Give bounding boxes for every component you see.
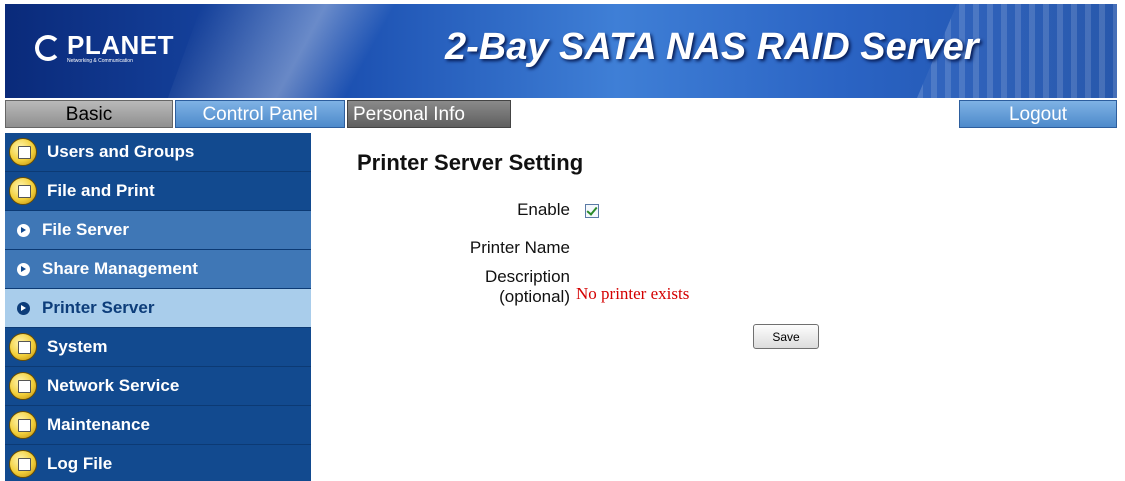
sidebar-item-label: Network Service (47, 376, 180, 395)
sidebar-item-printer-server[interactable]: Printer Server (5, 289, 311, 328)
sidebar-item-file-server[interactable]: File Server (5, 211, 311, 250)
description-label-line2: (optional) (499, 287, 570, 306)
sidebar-item-label: Users and Groups (47, 142, 195, 161)
printer-name-label: Printer Name (469, 238, 570, 257)
product-title: 2-Bay SATA NAS RAID Server (445, 26, 979, 68)
sidebar-item-network-service[interactable]: Network Service (5, 367, 311, 406)
sidebar-item-label: File Server (42, 220, 129, 239)
tab-control-panel[interactable]: Control Panel (175, 100, 345, 128)
folder-icon (9, 138, 37, 166)
folder-icon (9, 177, 37, 205)
tab-personal-info[interactable]: Personal Info (347, 100, 511, 128)
logo-mark-icon (35, 35, 61, 61)
sidebar-item-label: File and Print (47, 181, 155, 200)
planet-logo: PLANET Networking & Communication (35, 26, 174, 70)
sidebar-item-users-and-groups[interactable]: Users and Groups (5, 133, 311, 172)
description-label-line1: Description (484, 267, 570, 286)
tab-basic[interactable]: Basic (5, 100, 173, 128)
sidebar-item-maintenance[interactable]: Maintenance (5, 406, 311, 445)
arrow-right-icon (17, 301, 30, 315)
sidebar-item-label: Share Management (42, 259, 198, 278)
sidebar-item-file-and-print[interactable]: File and Print (5, 172, 311, 211)
sidebar-item-label: System (47, 337, 108, 356)
description-label: Description (optional) (400, 267, 570, 307)
sidebar-item-label: Printer Server (42, 298, 155, 317)
save-button[interactable]: Save (753, 324, 819, 349)
sidebar-item-system[interactable]: System (5, 328, 311, 367)
sidebar-item-log-file[interactable]: Log File (5, 445, 311, 481)
logo-text: PLANET (67, 29, 174, 60)
sidebar: Users and Groups File and Print File Ser… (5, 133, 311, 481)
sidebar-item-label: Log File (47, 454, 113, 473)
sidebar-item-label: Maintenance (47, 415, 150, 434)
arrow-right-icon (17, 223, 30, 237)
folder-icon (9, 333, 37, 361)
page-title: Printer Server Setting (357, 150, 584, 175)
enable-checkbox[interactable] (585, 204, 599, 218)
folder-icon (9, 450, 37, 478)
folder-icon (9, 411, 37, 439)
header-banner: PLANET Networking & Communication 2-Bay … (5, 4, 1117, 98)
arrow-right-icon (17, 262, 30, 276)
logout-button[interactable]: Logout (959, 100, 1117, 128)
status-message: No printer exists (576, 284, 690, 303)
top-tab-bar: Basic Control Panel Personal Info Logout (5, 100, 1117, 128)
sidebar-item-share-management[interactable]: Share Management (5, 250, 311, 289)
enable-label: Enable (517, 200, 570, 219)
logo-subtext: Networking & Communication (67, 57, 133, 64)
folder-icon (9, 372, 37, 400)
banner-streak (167, 4, 463, 98)
